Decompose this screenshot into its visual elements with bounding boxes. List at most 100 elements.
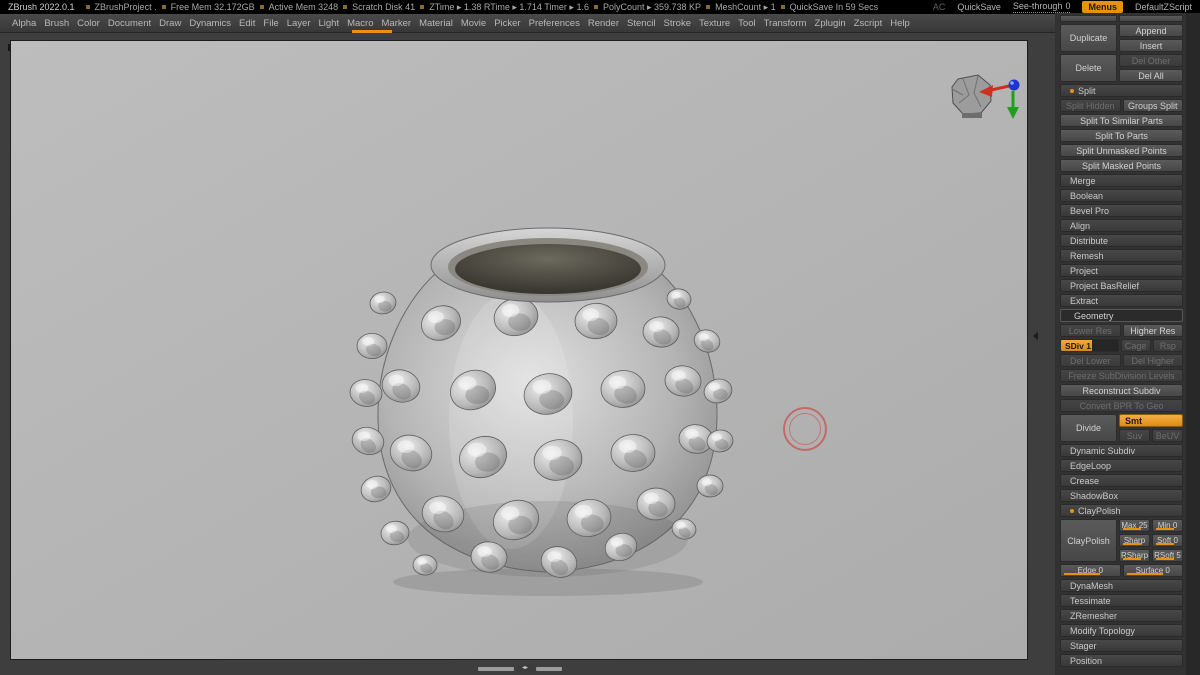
del-all-button[interactable]: Del All xyxy=(1119,69,1183,82)
menu-draw[interactable]: Draw xyxy=(155,16,185,31)
section-edgeloop[interactable]: EdgeLoop xyxy=(1060,459,1183,472)
section-dynamesh[interactable]: DynaMesh xyxy=(1060,579,1183,592)
menu-file[interactable]: File xyxy=(259,16,282,31)
cage-button: Cage xyxy=(1120,339,1151,352)
canvas-hscroll-right[interactable] xyxy=(536,667,562,671)
model-3d xyxy=(349,227,734,596)
section-tessimate[interactable]: Tessimate xyxy=(1060,594,1183,607)
del-higher-button: Del Higher xyxy=(1122,354,1183,367)
menu-color[interactable]: Color xyxy=(73,16,104,31)
titlebar-stat-polycount-359-738-kp: PolyCount ▸ 359.738 KP xyxy=(602,1,702,12)
section-split[interactable]: Split xyxy=(1060,84,1183,97)
section-project[interactable]: Project xyxy=(1060,264,1183,277)
menu-dynamics[interactable]: Dynamics xyxy=(185,16,235,31)
divide-button[interactable]: Divide xyxy=(1060,414,1117,442)
section-align[interactable]: Align xyxy=(1060,219,1183,232)
section-crease[interactable]: Crease xyxy=(1060,474,1183,487)
split-to-parts-button[interactable]: Split To Parts xyxy=(1060,129,1183,142)
menu-help[interactable]: Help xyxy=(886,16,914,31)
titlebar-controls: AC QuickSave See-through 0 Menus DefaultZ… xyxy=(933,1,1192,13)
titlebar-stat-zbrushproject: ZBrushProject . xyxy=(94,2,157,12)
reconstruct-subdiv-button[interactable]: Reconstruct Subdiv xyxy=(1060,384,1183,397)
surface-0-slider[interactable]: Surface 0 xyxy=(1122,564,1183,577)
freeze-subdivision-levels-button: Freeze SubDivision Levels xyxy=(1060,369,1183,382)
rsoft-5-slider[interactable]: RSoft 5 xyxy=(1152,549,1183,562)
insert-button[interactable]: Insert xyxy=(1119,39,1183,52)
section-modify-topology[interactable]: Modify Topology xyxy=(1060,624,1183,637)
menu-light[interactable]: Light xyxy=(314,16,343,31)
delete-button[interactable]: Delete xyxy=(1060,54,1117,82)
panel-scroll-gutter[interactable] xyxy=(1186,13,1200,675)
section-remesh[interactable]: Remesh xyxy=(1060,249,1183,262)
min-0-slider[interactable]: Min 0 xyxy=(1152,519,1183,532)
section-boolean[interactable]: Boolean xyxy=(1060,189,1183,202)
section-position[interactable]: Position xyxy=(1060,654,1183,667)
default-zscript-button[interactable]: DefaultZScript xyxy=(1135,2,1192,12)
section-stager[interactable]: Stager xyxy=(1060,639,1183,652)
section-zremesher[interactable]: ZRemesher xyxy=(1060,609,1183,622)
menu-stroke[interactable]: Stroke xyxy=(660,16,695,31)
quicksave-button[interactable]: QuickSave xyxy=(957,2,1001,12)
titlebar-stat-free-mem-32-172gb: Free Mem 32.172GB xyxy=(170,2,255,12)
soft-0-slider[interactable]: Soft 0 xyxy=(1152,534,1183,547)
section-claypolish[interactable]: ClayPolish xyxy=(1060,504,1183,517)
canvas-scroll-arrows-icon[interactable]: ◂▸ xyxy=(517,665,533,672)
cropped-row xyxy=(1060,15,1183,22)
groups-split-button[interactable]: Groups Split xyxy=(1122,99,1183,112)
claypolish-button[interactable]: ClayPolish xyxy=(1060,519,1117,562)
rsharp-slider[interactable]: RSharp xyxy=(1119,549,1150,562)
section-merge[interactable]: Merge xyxy=(1060,174,1183,187)
panel-divider-left-arrow-icon[interactable] xyxy=(1033,332,1038,340)
menu-brush[interactable]: Brush xyxy=(40,16,73,31)
menu-picker[interactable]: Picker xyxy=(490,16,524,31)
separator-dot-icon xyxy=(420,5,425,9)
sdiv-1-slider[interactable]: SDiv 1 xyxy=(1060,339,1119,352)
split-masked-points-button[interactable]: Split Masked Points xyxy=(1060,159,1183,172)
menu-edit[interactable]: Edit xyxy=(235,16,259,31)
suv-button: Suv xyxy=(1119,429,1150,442)
section-shadowbox[interactable]: ShadowBox xyxy=(1060,489,1183,502)
rsp-button: Rsp xyxy=(1152,339,1183,352)
section-bevel-pro[interactable]: Bevel Pro xyxy=(1060,204,1183,217)
section-project-basrelief[interactable]: Project BasRelief xyxy=(1060,279,1183,292)
section-extract[interactable]: Extract xyxy=(1060,294,1183,307)
del-other-button: Del Other xyxy=(1119,54,1183,67)
split-to-similar-parts-button[interactable]: Split To Similar Parts xyxy=(1060,114,1183,127)
sharp-slider[interactable]: Sharp xyxy=(1119,534,1150,547)
sculpt-canvas[interactable] xyxy=(10,40,1028,660)
menu-marker[interactable]: Marker xyxy=(378,16,416,31)
menu-zscript[interactable]: Zscript xyxy=(850,16,887,31)
menu-render[interactable]: Render xyxy=(584,16,623,31)
menu-zplugin[interactable]: Zplugin xyxy=(811,16,850,31)
menu-preferences[interactable]: Preferences xyxy=(525,16,584,31)
menu-document[interactable]: Document xyxy=(104,16,155,31)
menu-tool[interactable]: Tool xyxy=(734,16,759,31)
duplicate-button[interactable]: Duplicate xyxy=(1060,24,1117,52)
menus-button[interactable]: Menus xyxy=(1082,1,1123,13)
menu-material[interactable]: Material xyxy=(415,16,457,31)
menu-layer[interactable]: Layer xyxy=(283,16,315,31)
smt-button[interactable]: Smt xyxy=(1119,414,1183,427)
section-dynamic-subdiv[interactable]: Dynamic Subdiv xyxy=(1060,444,1183,457)
brush-cursor xyxy=(783,407,827,451)
max-25-slider[interactable]: Max 25 xyxy=(1119,519,1150,532)
menu-stencil[interactable]: Stencil xyxy=(623,16,660,31)
app-title: ZBrush 2022.0.1 xyxy=(8,2,75,12)
menu-movie[interactable]: Movie xyxy=(457,16,490,31)
section-distribute[interactable]: Distribute xyxy=(1060,234,1183,247)
menubar: Alpha Brush Color Document Draw Dynamics Edit F… xyxy=(0,14,1055,33)
zbrush-app: { "accent": "#e8920c", "titlebar": { "ap… xyxy=(0,0,1200,675)
see-through-value: 0 xyxy=(1065,1,1071,11)
menu-transform[interactable]: Transform xyxy=(760,16,811,31)
see-through-slider[interactable]: See-through 0 xyxy=(1012,1,1071,13)
canvas-hscroll-left[interactable] xyxy=(478,667,514,671)
append-button[interactable]: Append xyxy=(1119,24,1183,37)
menu-macro[interactable]: Macro xyxy=(343,16,377,31)
menu-texture[interactable]: Texture xyxy=(695,16,734,31)
higher-res-button[interactable]: Higher Res xyxy=(1122,324,1183,337)
lower-res-button: Lower Res xyxy=(1060,324,1121,337)
split-unmasked-points-button[interactable]: Split Unmasked Points xyxy=(1060,144,1183,157)
edge-0-slider[interactable]: Edge 0 xyxy=(1060,564,1121,577)
menu-alpha[interactable]: Alpha xyxy=(8,16,40,31)
subpalette-geometry[interactable]: Geometry xyxy=(1060,309,1183,322)
